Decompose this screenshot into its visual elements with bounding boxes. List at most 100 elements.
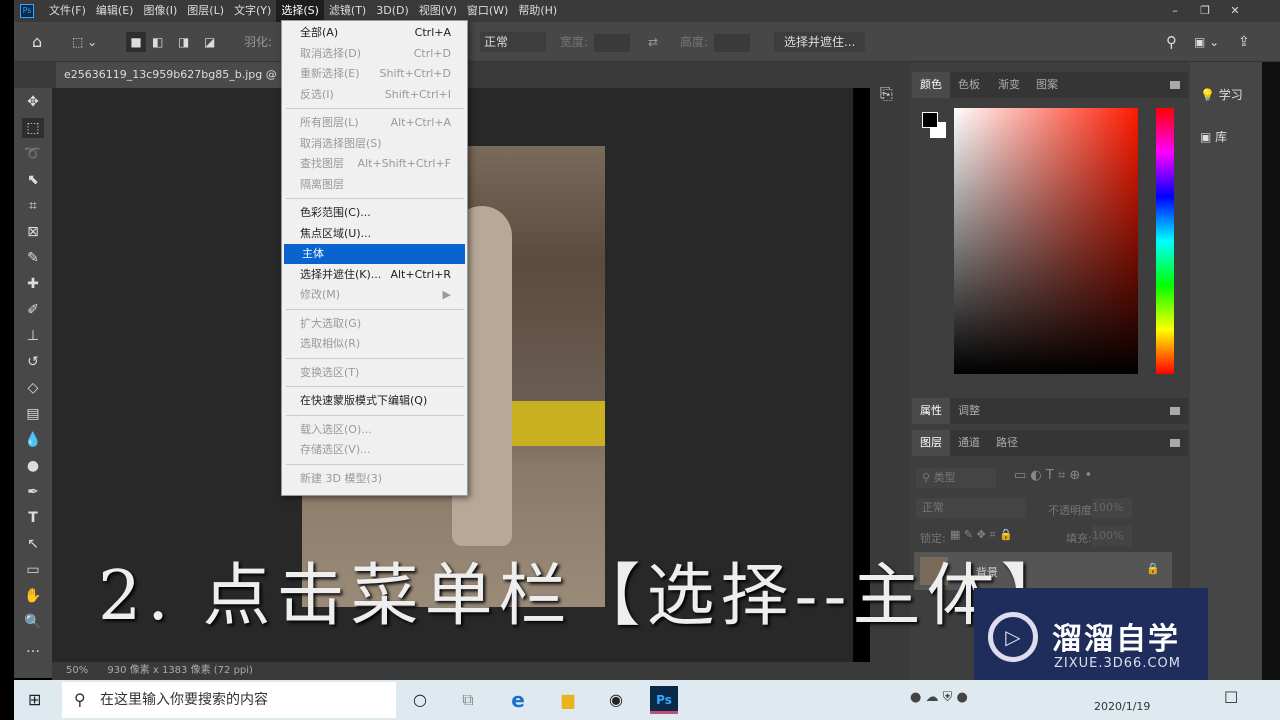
edge-icon[interactable]: e (504, 686, 532, 714)
eyedropper-tool-icon[interactable]: ✎ (22, 248, 44, 268)
tab-gradients[interactable]: 渐变 (990, 72, 1028, 98)
taskbar-date[interactable]: 2020/1/19 (1094, 700, 1150, 713)
move-tool-icon[interactable]: ✥ (22, 92, 44, 112)
minimize-icon[interactable]: – (1160, 0, 1190, 22)
marquee-preset-icon[interactable]: ⬚ ⌄ (72, 32, 97, 52)
panel-menu-icon[interactable] (1170, 439, 1180, 447)
file-explorer-icon[interactable]: ▆ (554, 686, 582, 714)
menu-item[interactable]: 色彩范围(C)... (282, 203, 467, 223)
search-icon[interactable]: ⚲ (1166, 32, 1177, 52)
menu-item[interactable]: 反选(I) Shift+Ctrl+I (282, 85, 467, 105)
foreground-color-swatch[interactable] (922, 112, 938, 128)
blur-tool-icon[interactable]: 💧 (22, 430, 44, 450)
hand-tool-icon[interactable]: ✋ (22, 586, 44, 606)
menu-item[interactable]: 载入选区(O)... (282, 420, 467, 440)
menu-type[interactable]: 文字(Y) (229, 0, 276, 22)
tab-channels[interactable]: 通道 (950, 430, 988, 456)
tab-properties[interactable]: 属性 (912, 398, 950, 424)
width-input[interactable] (594, 34, 630, 52)
menu-item[interactable]: 扩大选取(G) (282, 314, 467, 334)
gradient-tool-icon[interactable]: ▤ (22, 404, 44, 424)
quick-select-tool-icon[interactable]: ⬉ (22, 170, 44, 190)
workspace-icon[interactable]: ▣ ⌄ (1194, 32, 1219, 52)
menu-item[interactable]: 新建 3D 模型(3) (282, 469, 467, 489)
history-panel-icon[interactable]: ⎘ (880, 84, 893, 104)
crop-tool-icon[interactable]: ⌗ (22, 196, 44, 216)
menu-3d[interactable]: 3D(D) (371, 0, 414, 22)
menu-file[interactable]: 文件(F) (44, 0, 91, 22)
document-tab[interactable]: e25636119_13c959b627bg85_b.jpg @ 50% (56, 62, 286, 88)
tab-layers[interactable]: 图层 (912, 430, 950, 456)
opacity-input[interactable]: 100% (1092, 498, 1132, 518)
taskbar-search-input[interactable]: ⚲ 在这里输入你要搜索的内容 (62, 682, 396, 718)
photoshop-taskbar-icon[interactable]: Ps (650, 686, 678, 714)
menu-item[interactable]: 重新选择(E) Shift+Ctrl+D (282, 64, 467, 84)
select-and-mask-button[interactable]: 选择并遮住... (774, 32, 866, 52)
menu-item[interactable]: 主体 (284, 244, 465, 264)
menu-item[interactable]: 存储选区(V)... (282, 440, 467, 460)
menu-filter[interactable]: 滤镜(T) (324, 0, 371, 22)
add-selection-icon[interactable]: ◧ (152, 32, 163, 52)
home-icon[interactable]: ⌂ (32, 32, 42, 52)
menu-item[interactable]: 隔离图层 (282, 175, 467, 195)
menu-view[interactable]: 视图(V) (414, 0, 462, 22)
cortana-icon[interactable]: ○ (406, 686, 434, 714)
fill-input[interactable]: 100% (1092, 526, 1132, 546)
task-view-icon[interactable]: ⧉ (454, 686, 482, 714)
zoom-level[interactable]: 50% (66, 665, 88, 676)
height-input[interactable] (714, 34, 750, 52)
subtract-selection-icon[interactable]: ◨ (178, 32, 189, 52)
intersect-selection-icon[interactable]: ◪ (204, 32, 215, 52)
color-picker-field[interactable] (954, 108, 1138, 374)
menu-item[interactable]: 修改(M) ▶ (282, 285, 467, 305)
learn-button[interactable]: 💡 学习 (1200, 86, 1243, 103)
menu-window[interactable]: 窗口(W) (462, 0, 513, 22)
menu-item[interactable]: 选取相似(R) (282, 334, 467, 354)
tab-paths[interactable]: 路径 (988, 430, 1026, 456)
style-select[interactable]: 正常 (480, 32, 546, 52)
menu-edit[interactable]: 编辑(E) (91, 0, 139, 22)
rectangle-tool-icon[interactable]: ▭ (22, 560, 44, 580)
menu-layer[interactable]: 图层(L) (182, 0, 229, 22)
path-select-icon[interactable]: ↖ (22, 534, 44, 554)
blend-mode-select[interactable]: 正常 (916, 498, 1026, 518)
pen-tool-icon[interactable]: ✒ (22, 482, 44, 502)
menu-item[interactable]: 变换选区(T) (282, 363, 467, 383)
new-selection-icon[interactable]: ■ (126, 32, 146, 52)
zoom-tool-icon[interactable]: 🔍 (22, 612, 44, 632)
menu-item[interactable]: 所有图层(L) Alt+Ctrl+A (282, 113, 467, 133)
marquee-tool-icon[interactable]: ⬚ (22, 118, 44, 138)
library-button[interactable]: ▣ 库 (1200, 128, 1227, 145)
type-tool-icon[interactable]: T (22, 508, 44, 528)
menu-item[interactable]: 焦点区域(U)... (282, 224, 467, 244)
panel-menu-icon[interactable] (1170, 407, 1180, 415)
tab-swatches[interactable]: 色板 (950, 72, 988, 98)
healing-tool-icon[interactable]: ✚ (22, 274, 44, 294)
history-brush-icon[interactable]: ↺ (22, 352, 44, 372)
stamp-tool-icon[interactable]: ⊥ (22, 326, 44, 346)
tab-patterns[interactable]: 图案 (1028, 72, 1066, 98)
close-icon[interactable]: ✕ (1220, 0, 1250, 22)
layer-filter-input[interactable]: ⚲ 类型 (916, 468, 996, 488)
eraser-tool-icon[interactable]: ◇ (22, 378, 44, 398)
menu-item[interactable]: 在快速蒙版模式下编辑(Q) (282, 391, 467, 411)
tray-icons[interactable]: ● ☁ ⛨ ● (910, 690, 968, 705)
obs-icon[interactable]: ◉ (602, 686, 630, 714)
menu-item[interactable]: 选择并遮住(K)... Alt+Ctrl+R (282, 265, 467, 285)
swap-icon[interactable]: ⇄ (648, 32, 658, 52)
hue-slider[interactable] (1156, 108, 1174, 374)
windows-start-icon[interactable]: ⊞ (28, 690, 41, 709)
menu-item[interactable]: 取消选择图层(S) (282, 134, 467, 154)
menu-item[interactable]: 全部(A) Ctrl+A (282, 23, 467, 43)
panel-menu-icon[interactable] (1170, 81, 1180, 89)
menu-image[interactable]: 图像(I) (138, 0, 182, 22)
lasso-tool-icon[interactable]: ➰ (22, 144, 44, 164)
menu-help[interactable]: 帮助(H) (513, 0, 562, 22)
brush-tool-icon[interactable]: ✐ (22, 300, 44, 320)
restore-icon[interactable]: ❐ (1190, 0, 1220, 22)
menu-select[interactable]: 选择(S) (276, 0, 324, 22)
menu-item[interactable]: 查找图层 Alt+Shift+Ctrl+F (282, 154, 467, 174)
menu-item[interactable]: 取消选择(D) Ctrl+D (282, 44, 467, 64)
share-icon[interactable]: ⇪ (1238, 32, 1250, 52)
notification-icon[interactable]: ☐ (1224, 688, 1238, 707)
